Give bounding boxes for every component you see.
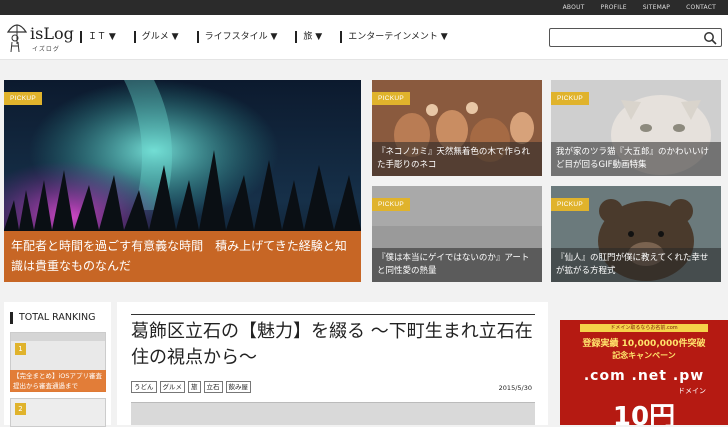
pickup-badge: PICKUP xyxy=(372,92,411,105)
rank-number: 1 xyxy=(15,343,26,355)
ranking-panel: TOTAL RANKING 1 【完全まとめ】iOSアプリ審査提出から審査通過ま… xyxy=(4,302,111,427)
nav-item-lifestyle[interactable]: ライフスタイル ▼ xyxy=(196,31,277,43)
pickup-badge: PICKUP xyxy=(4,92,43,105)
ad-price: 10円 xyxy=(612,402,676,425)
logo-umbrella-icon xyxy=(6,24,28,53)
pickup-badge: PICKUP xyxy=(551,92,590,105)
ranking-item-2[interactable]: 2 xyxy=(10,398,106,427)
ad-top-text: ドメイン取るならお名前.com xyxy=(580,324,708,332)
article-card: 葛飾区立石の【魅力】を綴る 〜下町生まれ立石在住の視点から〜 うどん グルメ 旅… xyxy=(117,302,548,425)
feature-caption[interactable]: 『ネコノカミ』天然無着色の木で作られた手彫りのネコ xyxy=(372,142,542,176)
tag[interactable]: 旅 xyxy=(188,381,201,393)
article-date: 2015/5/30 xyxy=(498,384,532,392)
search-input[interactable] xyxy=(550,32,698,50)
tag[interactable]: 飲み屋 xyxy=(225,381,251,393)
ad-headline: 登録実績 10,000,000件突破 xyxy=(582,339,706,349)
feature-caption[interactable]: 『僕は本当にゲイではないのか』アートと同性愛の熱量 xyxy=(372,248,542,282)
ranking-title: TOTAL RANKING xyxy=(10,312,95,324)
contact-link[interactable]: CONTACT xyxy=(678,0,724,15)
search-icon[interactable] xyxy=(703,31,717,45)
feature-main[interactable]: PICKUP 年配者と時間を過ごす有意義な時間 積み上げてきた経験と知識は貴重な… xyxy=(4,80,361,282)
nav-item-it[interactable]: ＩＴ ▼ xyxy=(80,31,116,43)
pickup-badge: PICKUP xyxy=(551,198,590,211)
top-bar: ABOUT PROFILE SITEMAP CONTACT xyxy=(0,0,728,15)
feature-caption[interactable]: 我が家のツラ猫『大五郎』のかわいいけど目が回るGIF動画特集 xyxy=(551,142,721,176)
site-header: isLog イズログ ＩＴ ▼ グルメ ▼ ライフスタイル ▼ 旅 ▼ エンター… xyxy=(0,15,728,60)
nav-item-travel[interactable]: 旅 ▼ xyxy=(295,31,322,43)
ad-domain-label: ドメイン xyxy=(678,387,706,395)
nav-item-entertainment[interactable]: エンターテインメント ▼ xyxy=(340,31,448,43)
site-logo[interactable]: isLog イズログ xyxy=(6,20,74,56)
tag[interactable]: 立石 xyxy=(203,381,223,393)
ad-domains: .com .net .pw xyxy=(583,368,705,384)
divider xyxy=(131,314,535,315)
ad-banner[interactable]: ドメイン取るならお名前.com 登録実績 10,000,000件突破 記念キャン… xyxy=(560,320,728,425)
logo-subtitle: イズログ xyxy=(32,46,60,53)
feature-cat[interactable]: PICKUP 我が家のツラ猫『大五郎』のかわいいけど目が回るGIF動画特集 xyxy=(551,80,721,176)
about-link[interactable]: ABOUT xyxy=(555,0,593,15)
logo-text: isLog xyxy=(30,24,74,43)
feature-bear[interactable]: PICKUP 『仙人』の肛門が僕に教えてくれた幸せが拡がる方程式 xyxy=(551,186,721,282)
feature-art[interactable]: PICKUP 『僕は本当にゲイではないのか』アートと同性愛の熱量 xyxy=(372,186,542,282)
search-box xyxy=(549,28,722,50)
pickup-badge: PICKUP xyxy=(372,198,411,211)
feature-caption[interactable]: 年配者と時間を過ごす有意義な時間 積み上げてきた経験と知識は貴重なものなんだ xyxy=(4,231,361,282)
article-image[interactable] xyxy=(131,402,535,425)
tag[interactable]: グルメ xyxy=(159,381,185,393)
tag[interactable]: うどん xyxy=(131,381,157,393)
nav-item-gourmet[interactable]: グルメ ▼ xyxy=(133,31,179,43)
profile-link[interactable]: PROFILE xyxy=(593,0,635,15)
rank-number: 2 xyxy=(15,403,26,415)
article-title[interactable]: 葛飾区立石の【魅力】を綴る 〜下町生まれ立石在住の視点から〜 xyxy=(131,319,535,371)
tag-list: うどん グルメ 旅 立石 飲み屋 xyxy=(131,381,251,393)
feature-caption[interactable]: 『仙人』の肛門が僕に教えてくれた幸せが拡がる方程式 xyxy=(551,248,721,282)
sitemap-link[interactable]: SITEMAP xyxy=(635,0,678,15)
top-links: ABOUT PROFILE SITEMAP CONTACT xyxy=(555,0,724,15)
ranking-item-1-caption[interactable]: 【完全まとめ】iOSアプリ審査提出から審査通過まで xyxy=(10,370,106,392)
thumbnail-bar xyxy=(11,333,105,341)
main-nav: ＩＴ ▼ グルメ ▼ ライフスタイル ▼ 旅 ▼ エンターテインメント ▼ xyxy=(80,31,448,43)
feature-neko[interactable]: PICKUP 『ネコノカミ』天然無着色の木で作られた手彫りのネコ xyxy=(372,80,542,176)
ad-subheadline: 記念キャンペーン xyxy=(612,351,676,360)
